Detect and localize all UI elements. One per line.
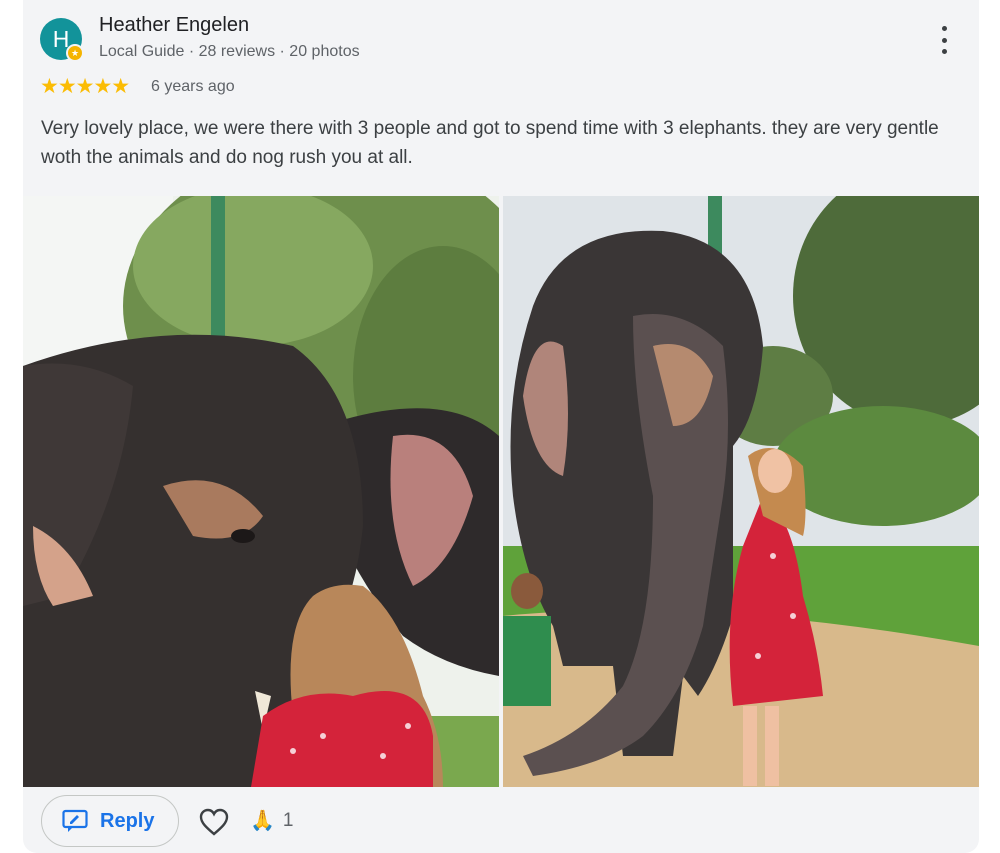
- reply-label: Reply: [100, 809, 155, 832]
- heart-outline-icon[interactable]: [198, 807, 230, 837]
- review-time: 6 years ago: [151, 78, 235, 95]
- local-guide-badge-icon: ★: [66, 44, 84, 62]
- review-photo-1[interactable]: [23, 196, 499, 787]
- more-options-icon[interactable]: [932, 26, 956, 54]
- reviewer-name[interactable]: Heather Engelen: [99, 14, 249, 37]
- reply-button[interactable]: Reply: [41, 795, 179, 847]
- reviewer-meta: Local Guide · 28 reviews · 20 photos: [99, 43, 360, 60]
- star-rating: ★★★★★: [40, 75, 130, 98]
- elephant-photo-1: [23, 196, 499, 787]
- review-text: Very lovely place, we were there with 3 …: [41, 118, 939, 168]
- review-photo-2[interactable]: [503, 196, 979, 787]
- praying-hands-icon: 🙏: [250, 810, 275, 832]
- reaction-count: 1: [282, 809, 294, 831]
- reply-edit-icon: [62, 809, 88, 832]
- reaction-summary[interactable]: 🙏 1: [250, 808, 293, 833]
- elephant-photo-2: [503, 196, 979, 787]
